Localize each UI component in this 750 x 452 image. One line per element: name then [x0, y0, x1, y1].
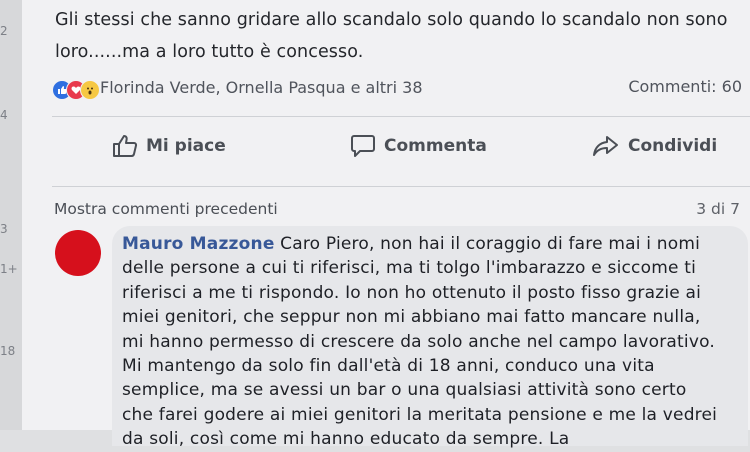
thumbs-up-icon [113, 135, 138, 157]
post-card: Gli stessi che sanno gridare allo scanda… [22, 0, 750, 449]
comment-author[interactable]: Mauro Mazzone [122, 234, 275, 254]
gutter-number: 4 [0, 108, 8, 122]
post-text: Gli stessi che sanno gridare allo scanda… [55, 10, 728, 62]
speech-bubble-icon [351, 135, 375, 157]
wow-icon [80, 80, 100, 100]
like-button-label: Mi piace [146, 136, 226, 156]
reactions-summary[interactable]: Florinda Verde, Ornella Pasqua e altri 3… [52, 77, 748, 102]
avatar[interactable] [55, 230, 101, 276]
divider [52, 116, 750, 117]
comment-text: Mauro Mazzone Caro Piero, non hai il cor… [122, 232, 722, 452]
share-button-label: Condividi [628, 136, 718, 156]
gutter-number: 1+ [0, 262, 18, 276]
comment-body: Caro Piero, non hai il coraggio di fare … [122, 234, 718, 450]
gutter-number: 18 [0, 344, 16, 358]
show-previous-comments-link[interactable]: Mostra commenti precedenti [54, 200, 278, 218]
divider [52, 186, 750, 187]
comments-pager: 3 di 7 [696, 200, 740, 218]
reactors-names[interactable]: Florinda Verde, Ornella Pasqua e altri 3… [100, 78, 423, 97]
share-arrow-icon [593, 136, 618, 156]
like-button[interactable]: Mi piace [112, 134, 226, 158]
share-button[interactable]: Condividi [592, 134, 717, 158]
gutter-number: 2 [0, 24, 8, 38]
comment-button[interactable]: Commenta [350, 134, 487, 158]
action-bar: Mi piace Commenta Condividi [44, 128, 750, 174]
comment-count[interactable]: Commenti: 60 [628, 77, 742, 96]
left-gutter: 2 4 3 1+ 18 [0, 0, 22, 430]
gutter-number: 3 [0, 222, 8, 236]
comment-button-label: Commenta [384, 136, 487, 156]
